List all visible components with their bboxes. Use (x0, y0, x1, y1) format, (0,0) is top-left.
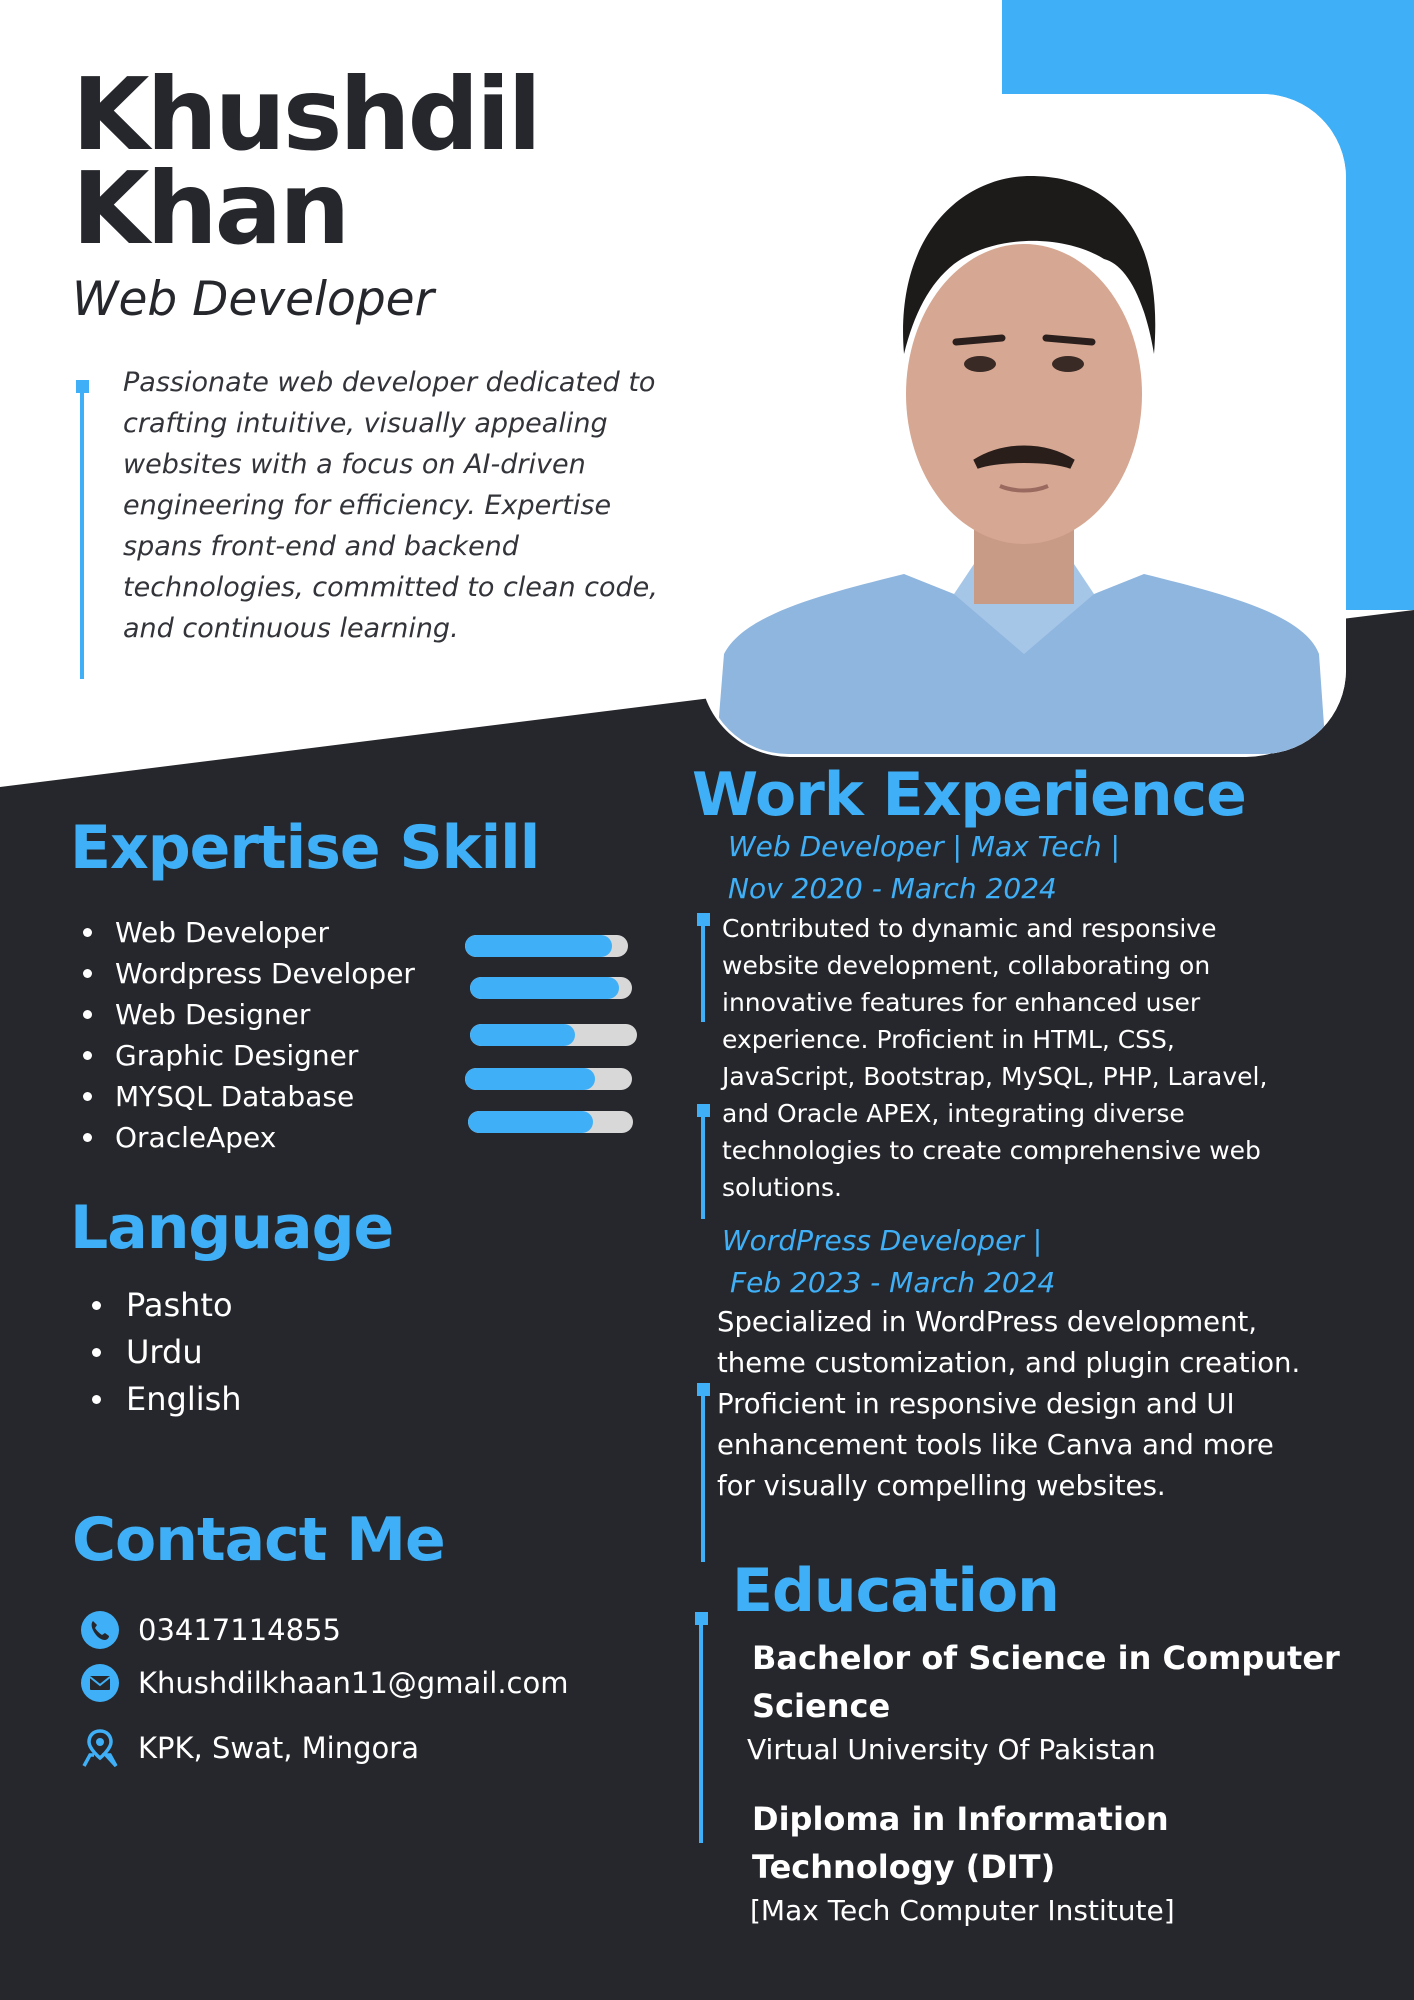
education-accent-square (695, 1612, 708, 1625)
summary-accent-line (80, 382, 84, 679)
job-dates: Feb 2023 - March 2024 (730, 1266, 1056, 1299)
institution: [Max Tech Computer Institute] (750, 1894, 1175, 1927)
job-accent-square (697, 913, 710, 926)
email-icon (80, 1663, 120, 1703)
last-name: Khan (72, 150, 350, 267)
education-accent-line (699, 1617, 703, 1843)
job-accent-line (701, 916, 705, 1022)
skill-item: Web Designer (83, 994, 415, 1035)
experience-heading: Work Experience (692, 760, 1247, 830)
job-accent-square (697, 1104, 710, 1117)
skill-level-fill (465, 935, 612, 957)
phone-icon (80, 1610, 120, 1650)
email-address[interactable]: Khushdilkhaan11@gmail.com (138, 1666, 568, 1700)
skill-item: OracleApex (83, 1117, 415, 1158)
degree: Diploma in Information Technology (DIT) (752, 1800, 1169, 1886)
skill-level-fill (468, 1111, 594, 1133)
skill-item: Wordpress Developer (83, 953, 415, 994)
skill-item: Web Developer (83, 912, 415, 953)
first-name: Khushdil (72, 56, 542, 173)
contact-location: KPK, Swat, Mingora (80, 1726, 419, 1770)
phone-number[interactable]: 03417114855 (138, 1613, 341, 1647)
job-role: Web Developer (72, 272, 434, 327)
contact-phone: 03417114855 (80, 1608, 341, 1652)
education-heading: Education (732, 1556, 1060, 1626)
skill-level-bar (465, 935, 628, 957)
profile-photo (704, 94, 1346, 754)
language-item: Urdu (92, 1329, 242, 1376)
summary-accent-square (76, 380, 89, 393)
language-item: Pashto (92, 1282, 242, 1329)
job-accent-line (701, 1386, 705, 1562)
institution: Virtual University Of Pakistan (747, 1733, 1156, 1766)
profile-summary: Passionate web developer dedicated to cr… (123, 367, 658, 644)
job-accent-square (697, 1383, 710, 1396)
skill-level-fill (470, 1024, 576, 1046)
skill-level-bar (468, 1111, 633, 1133)
skill-item: Graphic Designer (83, 1035, 415, 1076)
contact-heading: Contact Me (72, 1505, 446, 1575)
contact-email: Khushdilkhaan11@gmail.com (80, 1661, 568, 1705)
skill-level-bar (465, 1068, 632, 1090)
candidate-name: Khushdil Khan (72, 56, 542, 267)
skills-list: Web Developer Wordpress Developer Web De… (83, 912, 415, 1158)
degree: Bachelor of Science in Computer Science (752, 1639, 1340, 1725)
skill-item: MYSQL Database (83, 1076, 415, 1117)
job-title: WordPress Developer | (722, 1224, 1043, 1257)
skill-level-fill (465, 1068, 596, 1090)
language-item: English (92, 1376, 242, 1423)
language-heading: Language (70, 1193, 394, 1263)
language-list: Pashto Urdu English (92, 1282, 242, 1423)
skill-level-bar (470, 977, 632, 999)
job-dates: Nov 2020 - March 2024 (728, 872, 1057, 905)
skill-level-bar (470, 1024, 637, 1046)
resume-page: Khushdil Khan Web Developer Passionate w… (0, 0, 1414, 2000)
location: KPK, Swat, Mingora (138, 1731, 419, 1765)
skills-heading: Expertise Skill (70, 813, 540, 883)
job-description: Specialized in WordPress development, th… (717, 1306, 1301, 1502)
location-icon (80, 1728, 120, 1768)
skill-level-fill (470, 977, 620, 999)
job-title: Web Developer | Max Tech | (728, 830, 1120, 863)
job-description: Contributed to dynamic and responsive we… (722, 914, 1268, 1202)
job-accent-line (701, 1107, 705, 1219)
